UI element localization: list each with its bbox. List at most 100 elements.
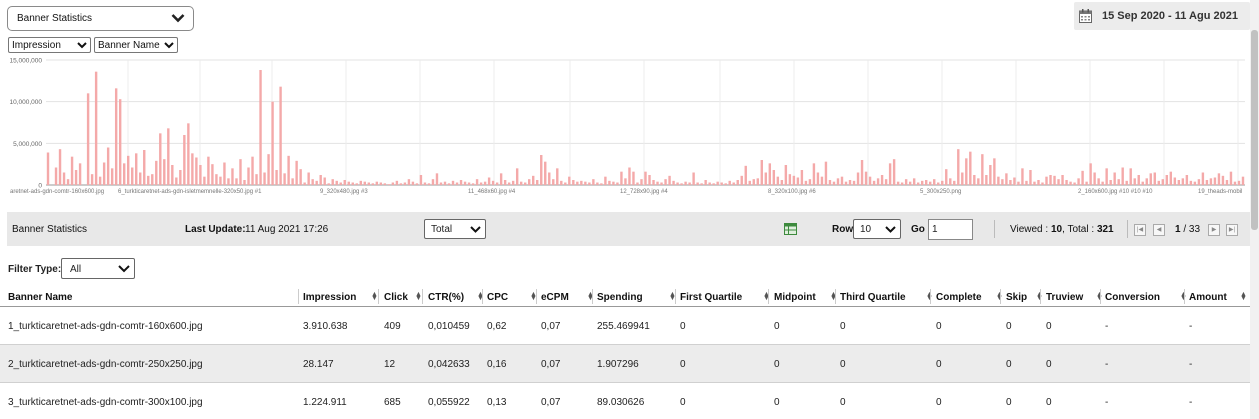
chart-bar[interactable] — [511, 180, 515, 185]
chart-bar[interactable] — [179, 170, 182, 185]
chart-bar[interactable] — [981, 154, 984, 185]
chart-bar[interactable] — [159, 133, 162, 185]
chart-bar[interactable] — [680, 183, 683, 185]
column-header-first-quartile[interactable]: First Quartile — [680, 292, 742, 303]
chart-bar[interactable] — [443, 181, 447, 185]
chart-bar[interactable] — [1193, 181, 1197, 185]
chart-bar[interactable] — [744, 165, 747, 185]
chart-bar[interactable] — [259, 70, 262, 185]
chart-bar[interactable] — [387, 184, 391, 185]
chart-bar[interactable] — [58, 149, 62, 185]
chart-bar[interactable] — [391, 182, 395, 186]
chart-bar[interactable] — [568, 176, 571, 185]
chart-bar[interactable] — [1109, 180, 1112, 185]
column-header-ctr[interactable]: CTR(%) — [428, 292, 464, 303]
chart-bar[interactable] — [592, 179, 595, 185]
filter-type-select[interactable]: All — [61, 258, 135, 279]
chart-bar[interactable] — [1161, 179, 1164, 185]
chart-bar[interactable] — [796, 177, 800, 186]
chart-bar[interactable] — [1081, 170, 1084, 185]
chart-bar[interactable] — [624, 178, 627, 185]
chart-bar[interactable] — [824, 161, 828, 185]
chart-bar[interactable] — [235, 178, 238, 185]
sort-icon[interactable]: ▲▼ — [371, 291, 378, 302]
chart-bar[interactable] — [1173, 177, 1177, 186]
chart-bar[interactable] — [106, 147, 110, 186]
chart-bar[interactable] — [74, 170, 78, 185]
chart-bar[interactable] — [451, 180, 455, 185]
column-header-banner-name[interactable]: Banner Name — [8, 292, 72, 303]
chart-bar[interactable] — [62, 172, 66, 186]
chart-bar[interactable] — [808, 179, 812, 185]
chart-bar[interactable] — [299, 169, 302, 185]
chart-bar[interactable] — [1157, 180, 1160, 185]
chart-bar[interactable] — [1201, 172, 1205, 186]
chart-bar[interactable] — [423, 182, 427, 186]
chart-bar[interactable] — [271, 101, 274, 185]
chart-bar[interactable] — [816, 172, 820, 186]
chart-bar[interactable] — [114, 88, 118, 185]
chart-bar[interactable] — [977, 178, 980, 185]
chart-bar[interactable] — [864, 171, 868, 185]
column-header-third-quartile[interactable]: Third Quartile — [840, 292, 906, 303]
chart-bar[interactable] — [1181, 178, 1185, 185]
chart-bar[interactable] — [86, 93, 90, 185]
chart-bar[interactable] — [832, 181, 836, 185]
chart-bar[interactable] — [560, 180, 563, 185]
chart-bar[interactable] — [572, 180, 575, 185]
chart-bar[interactable] — [937, 182, 940, 186]
chart-bar[interactable] — [303, 182, 306, 186]
chart-bar[interactable] — [463, 181, 467, 185]
chart-bar[interactable] — [483, 181, 487, 185]
chart-bar[interactable] — [760, 160, 763, 185]
chart-bar[interactable] — [467, 182, 471, 186]
chart-bar[interactable] — [924, 180, 928, 185]
chart-bar[interactable] — [1153, 172, 1156, 186]
sort-icon[interactable]: ▲▼ — [1240, 291, 1247, 302]
chart-bar[interactable] — [664, 179, 667, 185]
excel-export-icon[interactable] — [784, 223, 797, 235]
chart-bar[interactable] — [102, 162, 106, 186]
chart-bar[interactable] — [997, 176, 1000, 185]
chart-bar[interactable] — [953, 180, 956, 185]
chart-bar[interactable] — [973, 175, 976, 185]
chart-bar[interactable] — [949, 178, 952, 185]
chart-bar[interactable] — [419, 175, 423, 185]
chart-bar[interactable] — [1133, 178, 1136, 185]
chart-bar[interactable] — [1165, 175, 1169, 185]
chart-bar[interactable] — [628, 167, 631, 186]
chart-bar[interactable] — [740, 175, 743, 185]
chart-bar[interactable] — [848, 180, 852, 185]
first-page-icon[interactable]: |◀ — [1134, 224, 1146, 236]
chart-bar[interactable] — [1021, 168, 1024, 185]
chart-bar[interactable] — [748, 180, 751, 185]
chart-bar[interactable] — [327, 183, 330, 185]
chart-bar[interactable] — [395, 180, 399, 185]
chart-bar[interactable] — [644, 171, 647, 185]
chart-bar[interactable] — [892, 159, 896, 185]
chart-bar[interactable] — [692, 172, 695, 186]
chart-bar[interactable] — [1221, 175, 1225, 185]
chart-bar[interactable] — [1001, 179, 1004, 185]
chart-bar[interactable] — [1033, 181, 1036, 185]
chart-bar[interactable] — [708, 182, 711, 186]
chart-bar[interactable] — [1117, 179, 1120, 185]
chart-bar[interactable] — [688, 182, 691, 186]
chart-bar[interactable] — [836, 178, 840, 185]
page-scrollbar[interactable] — [1250, 0, 1259, 419]
chart-bar[interactable] — [776, 176, 780, 185]
chart-bar[interactable] — [207, 156, 210, 185]
chart-bar[interactable] — [852, 180, 856, 185]
chart-bar[interactable] — [1089, 163, 1092, 185]
chart-bar[interactable] — [383, 183, 387, 185]
chart-bar[interactable] — [199, 165, 202, 185]
chart-bar[interactable] — [363, 181, 367, 185]
chart-bar[interactable] — [135, 153, 138, 185]
chart-bar[interactable] — [66, 179, 70, 185]
chart-bar[interactable] — [1045, 176, 1048, 185]
chart-bar[interactable] — [1069, 181, 1072, 185]
chart-bar[interactable] — [920, 180, 924, 185]
chart-bar[interactable] — [1125, 180, 1128, 185]
chart-bar[interactable] — [351, 182, 354, 186]
chart-bar[interactable] — [343, 180, 346, 185]
